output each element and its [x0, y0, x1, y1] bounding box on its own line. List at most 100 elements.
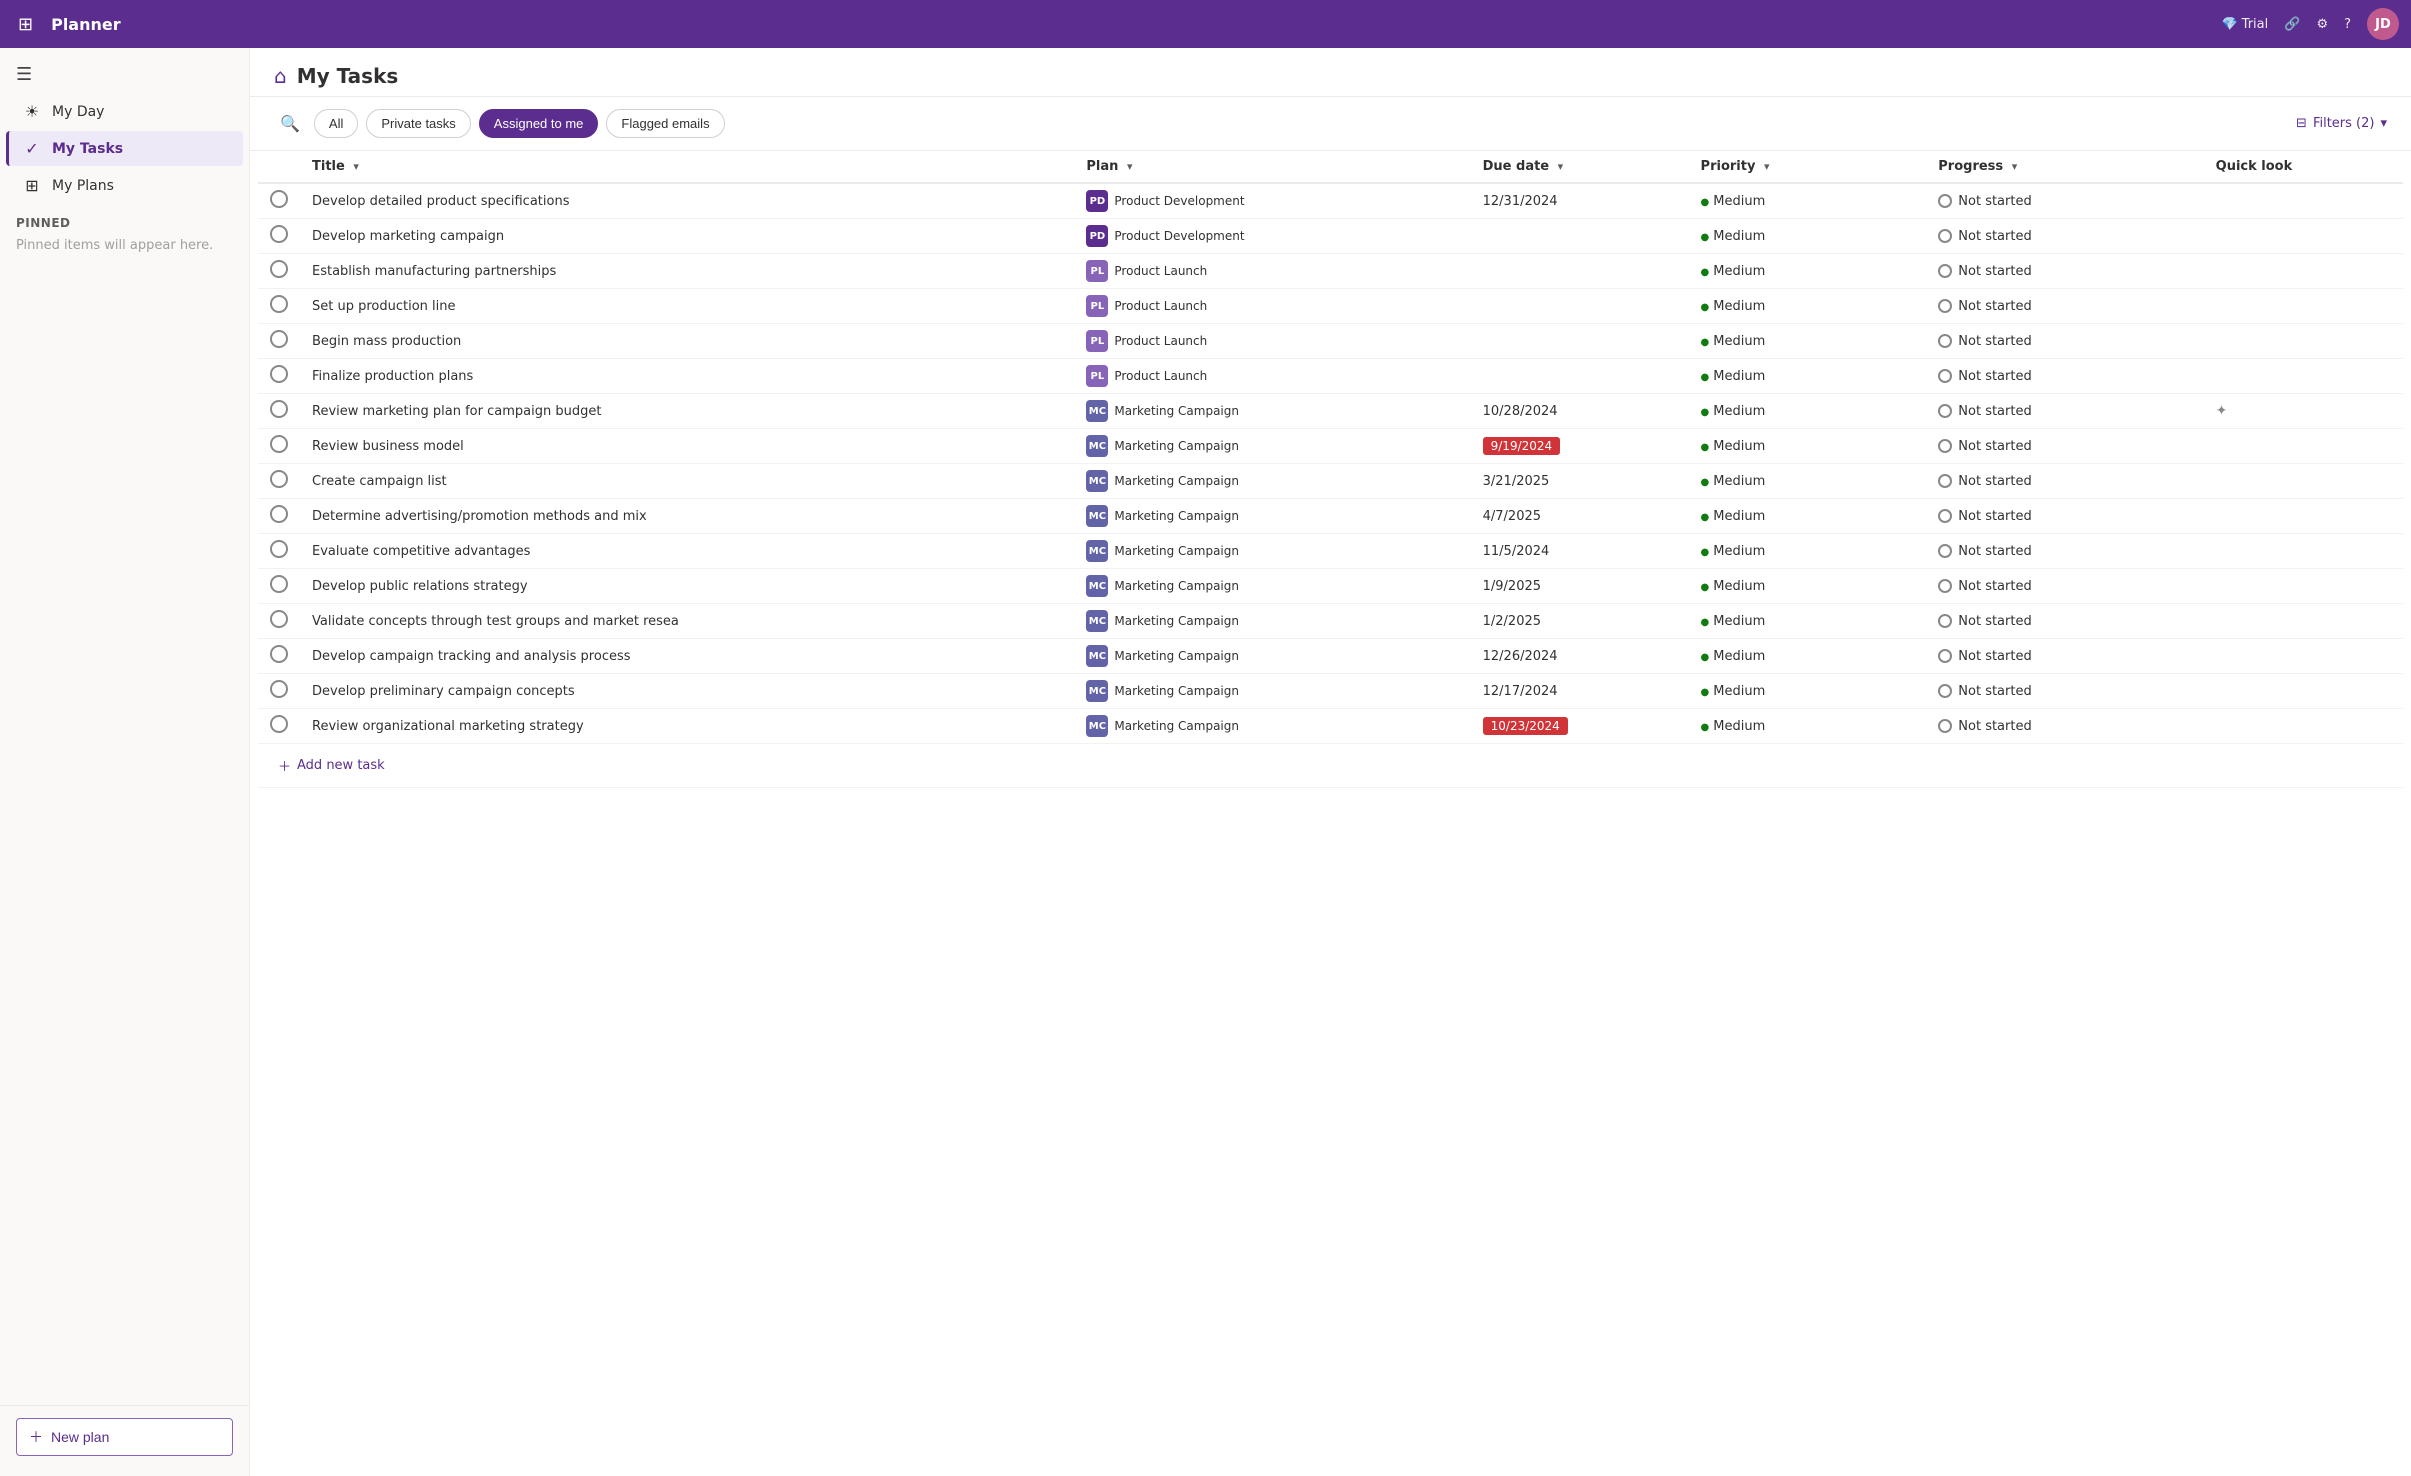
task-title[interactable]: Develop detailed product specifications [312, 194, 569, 209]
plan-badge[interactable]: MCMarketing Campaign [1086, 645, 1239, 667]
table-row: Review marketing plan for campaign budge… [258, 394, 2403, 429]
due-date: 12/17/2024 [1483, 684, 1558, 699]
my-tasks-icon: ⌂ [274, 64, 287, 88]
trial-button[interactable]: 💎 Trial [2221, 17, 2268, 32]
task-title[interactable]: Set up production line [312, 299, 456, 314]
trial-icon: 💎 [2221, 17, 2237, 32]
plan-badge[interactable]: PDProduct Development [1086, 190, 1244, 212]
plan-badge[interactable]: MCMarketing Campaign [1086, 610, 1239, 632]
th-priority[interactable]: Priority ▾ [1689, 151, 1927, 183]
plan-icon: MC [1086, 505, 1108, 527]
plan-badge[interactable]: MCMarketing Campaign [1086, 680, 1239, 702]
plan-badge[interactable]: PLProduct Launch [1086, 330, 1207, 352]
help-button[interactable]: ? [2344, 17, 2351, 32]
priority-dot: ● [1701, 442, 1710, 453]
plan-icon: MC [1086, 400, 1108, 422]
plan-name: Product Launch [1114, 334, 1207, 348]
filters-button[interactable]: ⊟ Filters (2) ▾ [2296, 116, 2387, 131]
plan-badge[interactable]: MCMarketing Campaign [1086, 575, 1239, 597]
task-checkbox[interactable] [270, 610, 288, 628]
task-checkbox[interactable] [270, 365, 288, 383]
tab-assigned-to-me[interactable]: Assigned to me [479, 109, 599, 138]
task-title[interactable]: Begin mass production [312, 334, 461, 349]
task-title[interactable]: Finalize production plans [312, 369, 473, 384]
priority-value: ●Medium [1701, 544, 1766, 559]
plan-badge[interactable]: PLProduct Launch [1086, 295, 1207, 317]
task-title[interactable]: Develop public relations strategy [312, 579, 528, 594]
new-plan-button[interactable]: ＋ New plan [16, 1418, 233, 1456]
th-title[interactable]: Title ▾ [300, 151, 1074, 183]
priority-dot: ● [1701, 652, 1710, 663]
plan-badge[interactable]: MCMarketing Campaign [1086, 715, 1239, 737]
th-due-date[interactable]: Due date ▾ [1471, 151, 1689, 183]
plan-badge[interactable]: MCMarketing Campaign [1086, 400, 1239, 422]
sidebar-item-my-tasks-label: My Tasks [52, 141, 123, 157]
due-date: 12/26/2024 [1483, 649, 1558, 664]
settings-button[interactable]: ⚙ [2316, 17, 2328, 32]
tab-flagged-emails[interactable]: Flagged emails [606, 109, 724, 138]
th-progress[interactable]: Progress ▾ [1926, 151, 2203, 183]
task-checkbox[interactable] [270, 715, 288, 733]
priority-dot: ● [1701, 232, 1710, 243]
filter-icon: ⊟ [2296, 116, 2307, 131]
plan-icon: PL [1086, 260, 1108, 282]
quicklook-icon[interactable]: ✦ [2216, 403, 2228, 419]
task-checkbox[interactable] [270, 330, 288, 348]
progress-sort-icon: ▾ [2012, 160, 2018, 173]
table-row: Establish manufacturing partnershipsⓘ⋮PL… [258, 254, 2403, 289]
task-title[interactable]: Review business model [312, 439, 464, 454]
tab-all[interactable]: All [314, 109, 358, 138]
task-title[interactable]: Develop marketing campaign [312, 229, 504, 244]
task-checkbox[interactable] [270, 680, 288, 698]
sidebar-item-my-plans[interactable]: ⊞ My Plans [6, 168, 243, 203]
plan-badge[interactable]: MCMarketing Campaign [1086, 505, 1239, 527]
task-checkbox[interactable] [270, 540, 288, 558]
plan-badge[interactable]: MCMarketing Campaign [1086, 470, 1239, 492]
priority-dot: ● [1701, 687, 1710, 698]
task-checkbox[interactable] [270, 225, 288, 243]
sidebar-item-my-day[interactable]: ☀ My Day [6, 94, 243, 129]
task-title[interactable]: Determine advertising/promotion methods … [312, 509, 647, 524]
task-checkbox[interactable] [270, 295, 288, 313]
task-checkbox[interactable] [270, 435, 288, 453]
plan-badge[interactable]: PLProduct Launch [1086, 365, 1207, 387]
plan-badge[interactable]: MCMarketing Campaign [1086, 435, 1239, 457]
task-title[interactable]: Develop campaign tracking and analysis p… [312, 649, 631, 664]
task-title[interactable]: Establish manufacturing partnerships [312, 264, 556, 279]
plan-badge[interactable]: PLProduct Launch [1086, 260, 1207, 282]
add-task-button[interactable]: ＋Add new task [270, 752, 2391, 779]
plan-badge[interactable]: MCMarketing Campaign [1086, 540, 1239, 562]
plan-name: Marketing Campaign [1114, 474, 1239, 488]
task-title[interactable]: Create campaign list [312, 474, 447, 489]
plan-badge[interactable]: PDProduct Development [1086, 225, 1244, 247]
table-row: Review organizational marketing strategy… [258, 709, 2403, 744]
task-checkbox[interactable] [270, 190, 288, 208]
sidebar-item-my-tasks[interactable]: ✓ My Tasks [6, 131, 243, 166]
task-checkbox[interactable] [270, 470, 288, 488]
task-title[interactable]: Review organizational marketing strategy [312, 719, 584, 734]
search-button[interactable]: 🔍 [274, 110, 306, 137]
tab-private-tasks[interactable]: Private tasks [366, 109, 470, 138]
chevron-down-icon: ▾ [2380, 116, 2387, 131]
th-quick-look: Quick look [2204, 151, 2403, 183]
task-title[interactable]: Review marketing plan for campaign budge… [312, 404, 601, 419]
task-checkbox[interactable] [270, 575, 288, 593]
plan-icon: MC [1086, 575, 1108, 597]
priority-value: ●Medium [1701, 614, 1766, 629]
task-checkbox[interactable] [270, 260, 288, 278]
th-plan[interactable]: Plan ▾ [1074, 151, 1470, 183]
sidebar-toggle[interactable]: ☰ [0, 56, 249, 93]
waffle-icon[interactable]: ⊞ [12, 8, 39, 41]
task-checkbox[interactable] [270, 645, 288, 663]
progress-value: Not started [1958, 369, 2031, 384]
task-checkbox[interactable] [270, 505, 288, 523]
table-row: Develop preliminary campaign conceptsⓘ⋮M… [258, 674, 2403, 709]
task-title[interactable]: Validate concepts through test groups an… [312, 614, 679, 629]
share-button[interactable]: 🔗 [2284, 17, 2300, 32]
priority-dot: ● [1701, 302, 1710, 313]
task-title[interactable]: Develop preliminary campaign concepts [312, 684, 575, 699]
task-checkbox[interactable] [270, 400, 288, 418]
task-title[interactable]: Evaluate competitive advantages [312, 544, 530, 559]
priority-dot: ● [1701, 547, 1710, 558]
avatar[interactable]: JD [2367, 8, 2399, 40]
